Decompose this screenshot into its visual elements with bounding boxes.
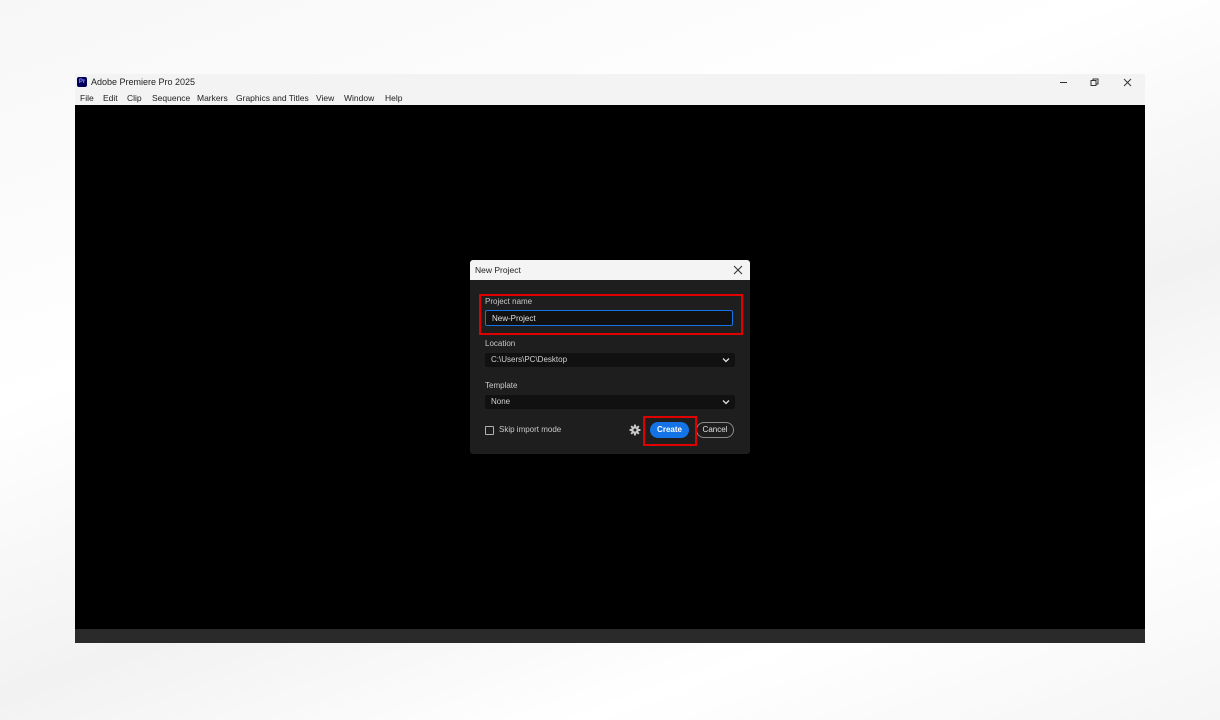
menu-graphics-and-titles[interactable]: Graphics and Titles — [236, 92, 309, 104]
menu-bar: File Edit Clip Sequence Markers Graphics… — [75, 91, 1145, 105]
dialog-title: New Project — [475, 265, 521, 275]
template-select[interactable]: None — [485, 395, 735, 409]
close-icon — [1123, 78, 1131, 87]
cancel-button[interactable]: Cancel — [696, 422, 734, 438]
menu-help[interactable]: Help — [385, 92, 402, 104]
new-project-dialog: New Project Project name Location C:\Use… — [470, 260, 750, 454]
menu-window[interactable]: Window — [344, 92, 374, 104]
template-value: None — [491, 397, 511, 406]
create-button[interactable]: Create — [650, 422, 689, 438]
restore-button[interactable] — [1079, 74, 1109, 91]
app-window: Pr Adobe Premiere Pro 2025 File Edit Cli… — [75, 74, 1145, 643]
menu-sequence[interactable]: Sequence — [152, 92, 190, 104]
menu-edit[interactable]: Edit — [103, 92, 118, 104]
minimize-button[interactable] — [1048, 74, 1078, 91]
project-name-input[interactable] — [485, 310, 733, 326]
status-bar — [75, 629, 1145, 643]
premiere-app-icon: Pr — [77, 77, 87, 87]
menu-file[interactable]: File — [80, 92, 94, 104]
minimize-icon — [1059, 81, 1067, 83]
title-bar: Pr Adobe Premiere Pro 2025 — [75, 74, 1145, 91]
location-label: Location — [485, 339, 516, 348]
chevron-down-icon — [722, 400, 730, 405]
skip-import-checkbox[interactable] — [485, 426, 494, 435]
project-name-label: Project name — [485, 297, 533, 306]
location-value: C:\Users\PC\Desktop — [491, 355, 568, 364]
menu-view[interactable]: View — [316, 92, 334, 104]
gear-icon[interactable] — [629, 424, 641, 436]
chevron-down-icon — [722, 358, 730, 363]
location-select[interactable]: C:\Users\PC\Desktop — [485, 353, 735, 367]
restore-icon — [1090, 78, 1098, 86]
menu-markers[interactable]: Markers — [197, 92, 228, 104]
skip-import-label: Skip import mode — [499, 425, 562, 434]
window-close-button[interactable] — [1112, 74, 1142, 91]
app-title: Adobe Premiere Pro 2025 — [91, 77, 196, 87]
dialog-header: New Project — [470, 260, 750, 280]
menu-clip[interactable]: Clip — [127, 92, 142, 104]
template-label: Template — [485, 381, 518, 390]
close-icon[interactable] — [732, 264, 744, 276]
